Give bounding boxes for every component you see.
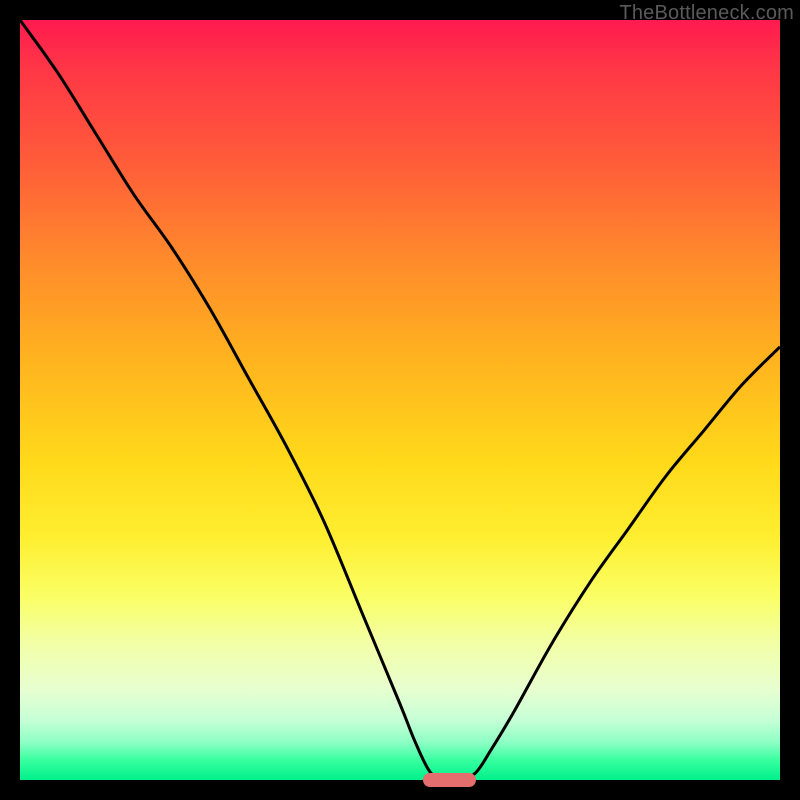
optimum-marker xyxy=(423,773,476,787)
chart-frame: TheBottleneck.com xyxy=(0,0,800,800)
watermark-text: TheBottleneck.com xyxy=(619,2,794,25)
plot-area xyxy=(20,20,780,780)
curve-path xyxy=(20,20,780,781)
bottleneck-curve xyxy=(20,20,780,780)
